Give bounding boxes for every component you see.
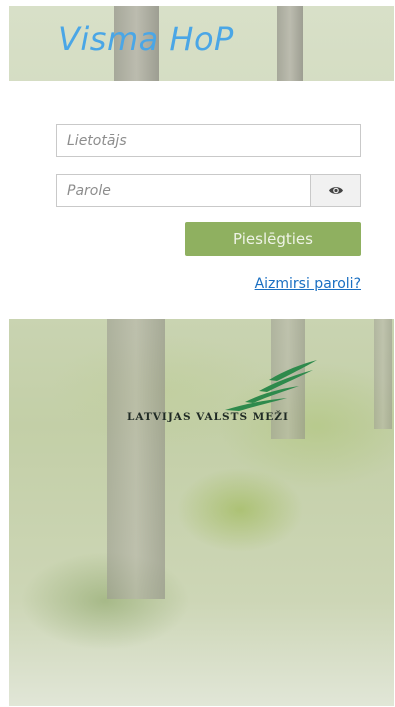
- show-password-button[interactable]: [311, 174, 361, 207]
- tree-trunk: [374, 319, 392, 429]
- lvm-logo: LATVIJAS VALSTS MEŽI: [127, 358, 317, 428]
- app-header: Visma HoP: [9, 6, 394, 81]
- login-screen: Visma HoP Pieslēgties Aizmirsi paroli? L…: [9, 6, 394, 706]
- forgot-password-link[interactable]: Aizmirsi paroli?: [255, 276, 361, 292]
- password-input[interactable]: [56, 174, 311, 207]
- login-button[interactable]: Pieslēgties: [185, 222, 361, 256]
- lvm-logo-mark: [225, 360, 317, 411]
- logo-text: LATVIJAS VALSTS MEŽI: [127, 411, 289, 423]
- app-title: Visma HoP: [58, 20, 234, 58]
- username-input[interactable]: [56, 124, 361, 157]
- eye-icon: [328, 181, 344, 200]
